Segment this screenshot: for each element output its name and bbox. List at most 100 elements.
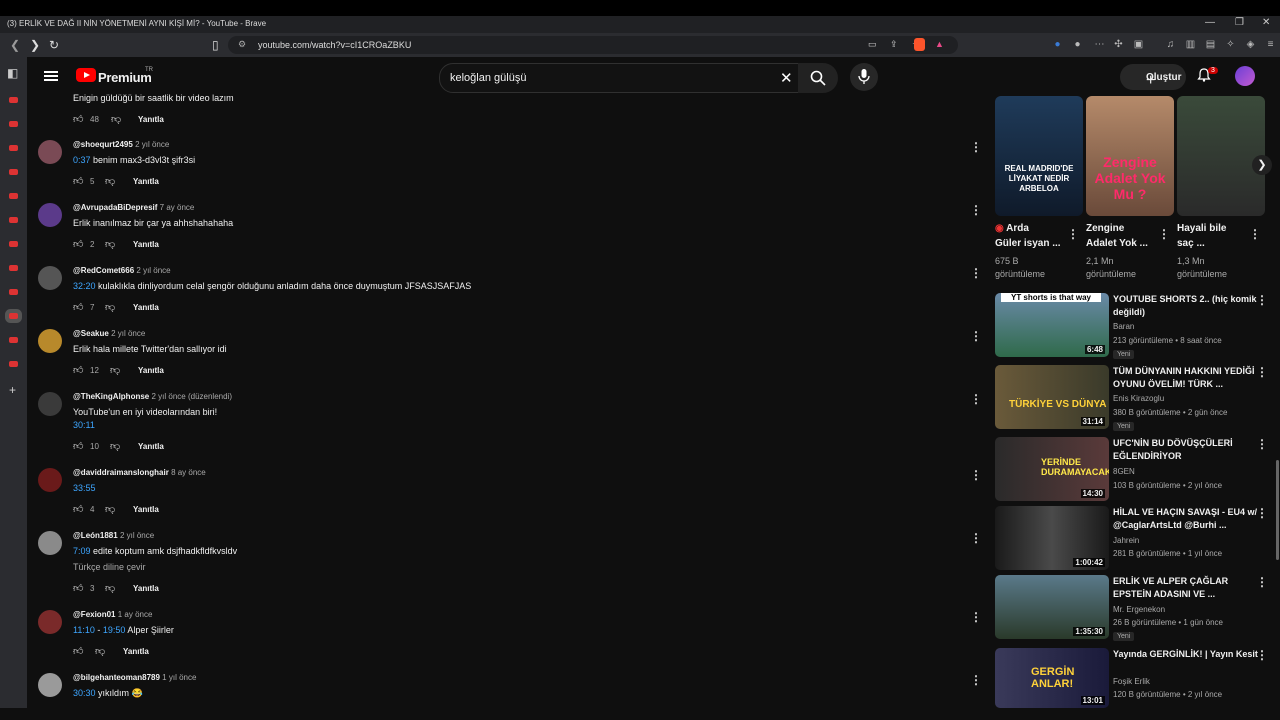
youtube-tab-icon[interactable] bbox=[9, 145, 18, 151]
avatar[interactable] bbox=[38, 140, 62, 164]
youtube-tab-icon[interactable] bbox=[9, 193, 18, 199]
youtube-tab-icon[interactable] bbox=[9, 217, 18, 223]
logo-text[interactable]: Premium bbox=[98, 70, 152, 85]
reply-button[interactable]: Yanıtla bbox=[138, 115, 164, 124]
channel-name[interactable]: Enis Kirazoglu bbox=[1113, 394, 1164, 403]
extensions-icon[interactable]: ✣ bbox=[1113, 39, 1124, 50]
comment-author[interactable]: @AvrupadaBiDepresif bbox=[73, 203, 157, 212]
like-icon[interactable]: 👍︎ bbox=[73, 113, 83, 125]
timestamp-link[interactable]: 11:10 bbox=[73, 625, 95, 635]
short-title[interactable]: Güler isyan ... bbox=[995, 238, 1061, 249]
sidebar-toggle-icon[interactable]: ▥ bbox=[1185, 39, 1196, 50]
comment-author[interactable]: @shoequrt2495 bbox=[73, 140, 133, 149]
maximize-icon[interactable]: ❐ bbox=[1235, 17, 1244, 28]
more-options-icon[interactable]: ⋮ bbox=[1256, 648, 1268, 662]
more-options-icon[interactable]: ⋮ bbox=[970, 329, 982, 343]
video-title[interactable]: YOUTUBE SHORTS 2.. (hiç komik değildi) bbox=[1113, 293, 1258, 319]
youtube-tab-icon[interactable] bbox=[9, 169, 18, 175]
short-title[interactable]: Zengine bbox=[1086, 223, 1124, 234]
more-options-icon[interactable]: ⋮ bbox=[970, 203, 982, 217]
comment-author[interactable]: @León1881 bbox=[73, 531, 118, 540]
extension-icon[interactable]: ⋯ bbox=[1094, 39, 1105, 50]
avatar[interactable] bbox=[38, 468, 62, 492]
video-title[interactable]: Yayında GERGİNLİK! | Yayın Kesit bbox=[1113, 648, 1258, 661]
dislike-icon[interactable]: 👎︎ bbox=[105, 582, 115, 594]
youtube-tab-icon[interactable] bbox=[9, 289, 18, 295]
dislike-icon[interactable]: 👎︎ bbox=[105, 503, 115, 515]
comment-author[interactable]: @Fexion01 bbox=[73, 610, 115, 619]
dislike-icon[interactable]: 👎︎ bbox=[95, 645, 105, 657]
reply-button[interactable]: Yanıtla bbox=[133, 177, 159, 186]
short-title[interactable]: saç ... bbox=[1177, 238, 1205, 249]
like-icon[interactable]: 👍︎ bbox=[73, 364, 83, 376]
reply-button[interactable]: Yanıtla bbox=[133, 240, 159, 249]
share-icon[interactable]: ⇪ bbox=[890, 39, 898, 50]
video-title[interactable]: HİLAL VE HAÇIN SAVAŞI - EU4 w/ @CaglarAr… bbox=[1113, 506, 1258, 532]
sidebar-panel-icon[interactable]: ◧ bbox=[7, 66, 18, 80]
short-thumbnail[interactable]: REAL MADRID'DE LİYAKAT NEDİR ARBELOA bbox=[995, 96, 1083, 216]
avatar[interactable] bbox=[38, 673, 62, 697]
reply-button[interactable]: Yanıtla bbox=[123, 647, 149, 656]
timestamp-link[interactable]: 33:55 bbox=[73, 483, 96, 493]
more-options-icon[interactable]: ⋮ bbox=[1256, 506, 1268, 520]
dislike-icon[interactable]: 👎︎ bbox=[105, 175, 115, 187]
channel-name[interactable]: Jahrein bbox=[1113, 536, 1139, 545]
timestamp-link[interactable]: 19:50 bbox=[103, 625, 126, 635]
extension-icon[interactable]: ● bbox=[1072, 39, 1083, 50]
search-button[interactable] bbox=[798, 63, 838, 93]
more-options-icon[interactable]: ⋮ bbox=[970, 266, 982, 280]
minimize-icon[interactable]: — bbox=[1205, 17, 1215, 28]
youtube-tab-icon[interactable] bbox=[9, 265, 18, 271]
more-options-icon[interactable]: ⋮ bbox=[1158, 227, 1170, 241]
dislike-icon[interactable]: 👎︎ bbox=[110, 364, 120, 376]
like-icon[interactable]: 👍︎ bbox=[73, 440, 83, 452]
short-thumbnail[interactable] bbox=[1177, 96, 1265, 216]
dislike-icon[interactable]: 👎︎ bbox=[110, 440, 120, 452]
timestamp-link[interactable]: 32:20 bbox=[73, 281, 96, 291]
vpn-icon[interactable]: ◈ bbox=[1245, 39, 1256, 50]
video-thumbnail[interactable]: 1:00:42 bbox=[995, 506, 1109, 570]
video-thumbnail[interactable]: TÜRKİYE VS DÜNYA 31:14 bbox=[995, 365, 1109, 429]
more-options-icon[interactable]: ⋮ bbox=[1256, 293, 1268, 307]
menu-icon[interactable]: ≡ bbox=[1265, 39, 1276, 50]
site-info-icon[interactable]: ⚙ bbox=[238, 39, 246, 50]
comment-author[interactable]: @bilgehanteoman8789 bbox=[73, 673, 160, 682]
bookmark-icon[interactable]: ▯ bbox=[212, 38, 219, 52]
youtube-tab-icon[interactable] bbox=[9, 241, 18, 247]
youtube-tab-active-icon[interactable] bbox=[9, 313, 18, 319]
like-icon[interactable]: 👍︎ bbox=[73, 238, 83, 250]
short-title[interactable]: ◉ Arda bbox=[995, 223, 1029, 234]
screenshot-icon[interactable]: ▣ bbox=[1133, 39, 1144, 50]
avatar[interactable] bbox=[38, 329, 62, 353]
chevron-right-icon[interactable]: ❯ bbox=[1252, 155, 1272, 175]
timestamp-link[interactable]: 0:37 bbox=[73, 155, 91, 165]
dislike-icon[interactable]: 👎︎ bbox=[111, 113, 121, 125]
reply-button[interactable]: Yanıtla bbox=[138, 366, 164, 375]
more-options-icon[interactable]: ⋮ bbox=[970, 673, 982, 687]
more-options-icon[interactable]: ⋮ bbox=[1256, 575, 1268, 589]
account-avatar[interactable] bbox=[1235, 66, 1255, 86]
like-icon[interactable]: 👍︎ bbox=[73, 503, 83, 515]
youtube-tab-icon[interactable] bbox=[9, 361, 18, 367]
timestamp-link[interactable]: 30:11 bbox=[73, 420, 95, 430]
channel-name[interactable]: Mr. Ergenekon bbox=[1113, 605, 1165, 614]
reply-button[interactable]: Yanıtla bbox=[133, 505, 159, 514]
more-options-icon[interactable]: ⋮ bbox=[970, 531, 982, 545]
more-options-icon[interactable]: ⋮ bbox=[970, 140, 982, 154]
youtube-tab-icon[interactable] bbox=[9, 121, 18, 127]
more-options-icon[interactable]: ⋮ bbox=[1067, 227, 1079, 241]
video-thumbnail[interactable]: 1:35:30 bbox=[995, 575, 1109, 639]
search-input[interactable]: keloğlan gülüşü ✕ bbox=[439, 63, 799, 93]
channel-name[interactable]: Foşik Erlik bbox=[1113, 677, 1150, 686]
avatar[interactable] bbox=[38, 392, 62, 416]
leo-ai-icon[interactable]: ✧ bbox=[1225, 39, 1236, 50]
wallet-icon[interactable]: ▤ bbox=[1205, 39, 1216, 50]
reply-button[interactable]: Yanıtla bbox=[133, 303, 159, 312]
timestamp-link[interactable]: 7:09 bbox=[73, 546, 91, 556]
more-options-icon[interactable]: ⋮ bbox=[970, 610, 982, 624]
reply-button[interactable]: Yanıtla bbox=[138, 442, 164, 451]
youtube-logo-icon[interactable] bbox=[76, 68, 96, 82]
like-icon[interactable]: 👍︎ bbox=[73, 301, 83, 313]
add-tab-icon[interactable]: + bbox=[9, 383, 16, 397]
channel-name[interactable]: 8GEN bbox=[1113, 467, 1135, 476]
